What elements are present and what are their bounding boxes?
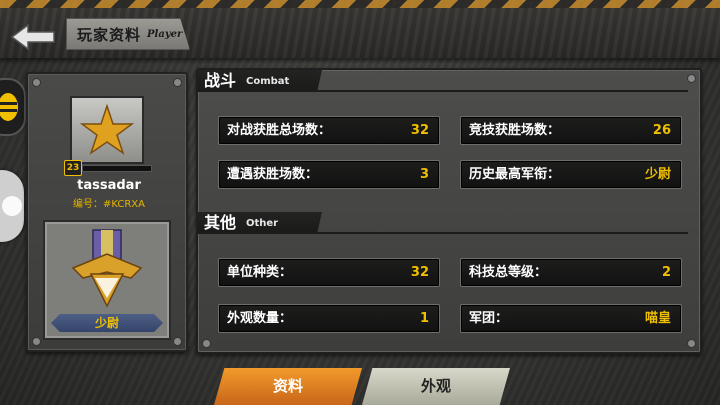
stats-panel: 战斗 Combat 对战获胜总场数： 32 竞技获胜场数： 26 遭遇获胜场数：…: [196, 68, 702, 354]
side-badge[interactable]: [0, 78, 26, 136]
rank-box: 少尉: [43, 220, 171, 340]
stat-value: 1: [419, 311, 429, 326]
stat-label: 军团：: [469, 311, 509, 326]
section-other-title: 其他: [204, 213, 237, 232]
stat-value: 32: [410, 123, 429, 138]
player-name: tassadar: [77, 178, 141, 193]
hazard-stripe: [0, 0, 720, 8]
section-other-subtitle: Other: [246, 218, 279, 229]
top-bar: 玩家资料 Player: [0, 0, 720, 58]
tab-appearance[interactable]: 外观: [362, 368, 510, 405]
rivet: [173, 337, 182, 346]
tab-profile[interactable]: 资料: [214, 368, 362, 405]
back-button[interactable]: [10, 22, 58, 52]
stat-legion: 军团： 喵皇: [460, 304, 682, 333]
xp-track: [82, 165, 152, 172]
stat-value: 3: [419, 167, 429, 182]
stat-tech-level: 科技总等级： 2: [460, 258, 682, 287]
section-other-header: 其他 Other: [198, 212, 322, 234]
stat-label: 科技总等级：: [469, 265, 548, 280]
stat-label: 外观数量：: [227, 311, 293, 326]
bee-icon: [0, 93, 18, 121]
stat-total-wins: 对战获胜总场数： 32: [218, 116, 440, 145]
rivet: [202, 339, 211, 348]
section-combat-header: 战斗 Combat: [198, 70, 322, 92]
floating-toggle[interactable]: [0, 170, 24, 242]
player-panel: 23 tassadar 编号：#KCRXA 少尉: [26, 72, 188, 352]
stat-label: 遭遇获胜场数：: [227, 167, 319, 182]
stat-value: 32: [410, 265, 429, 280]
stat-label: 竞技获胜场数：: [469, 123, 561, 138]
section-combat-title: 战斗: [204, 71, 237, 90]
stat-value: 喵皇: [644, 311, 671, 326]
page-title-en: Player: [147, 28, 183, 40]
rivet: [173, 78, 182, 87]
stat-highest-rank: 历史最高军衔： 少尉: [460, 160, 682, 189]
stat-skin-count: 外观数量： 1: [218, 304, 440, 333]
stat-label: 历史最高军衔：: [469, 167, 561, 182]
page-title-cn: 玩家资料: [77, 25, 142, 44]
rivet: [32, 337, 41, 346]
stat-label: 单位种类：: [227, 265, 293, 280]
rivet: [32, 78, 41, 87]
star-icon: [79, 103, 135, 155]
rank-label: 少尉: [51, 314, 163, 332]
stat-encounter-wins: 遭遇获胜场数： 3: [218, 160, 440, 189]
stat-arena-wins: 竞技获胜场数： 26: [460, 116, 682, 145]
rivet: [687, 74, 696, 83]
stat-value: 2: [661, 265, 671, 280]
section-combat-subtitle: Combat: [246, 76, 290, 87]
player-level: 23: [64, 160, 82, 176]
toggle-knob: [2, 196, 22, 216]
stat-value: 少尉: [644, 167, 671, 182]
level-bar: 23: [64, 160, 152, 176]
back-arrow-icon: [10, 23, 55, 51]
rivet: [687, 339, 696, 348]
page-title: 玩家资料 Player: [66, 18, 190, 50]
stat-label: 对战获胜总场数：: [227, 123, 332, 138]
stat-value: 26: [652, 123, 671, 138]
medal-icon: [71, 229, 143, 308]
player-avatar[interactable]: [70, 96, 144, 164]
divider: [198, 232, 688, 234]
player-id: 编号：#KCRXA: [72, 199, 145, 210]
stat-unit-types: 单位种类： 32: [218, 258, 440, 287]
divider: [198, 90, 688, 92]
